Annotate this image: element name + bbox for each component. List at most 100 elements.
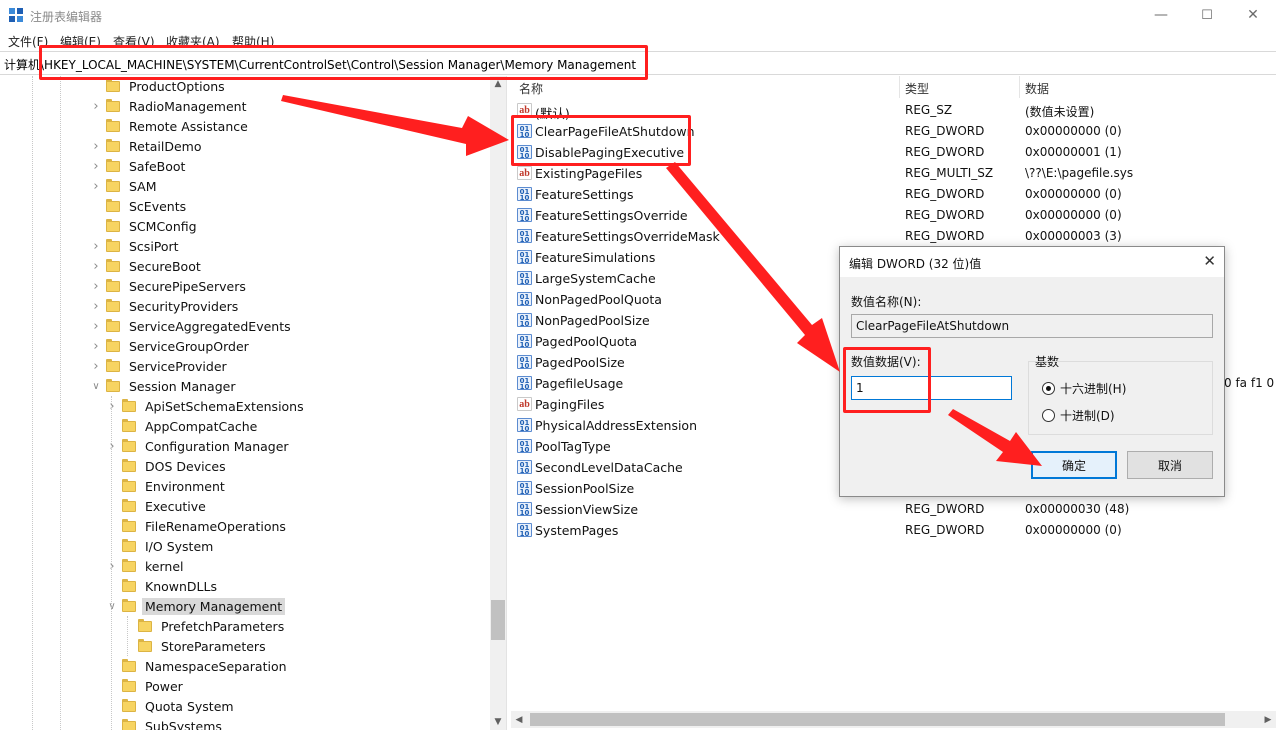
- tree-item-label[interactable]: ScsiPort: [126, 238, 182, 255]
- value-name-field[interactable]: ClearPageFileAtShutdown: [851, 314, 1213, 338]
- tree-item-label[interactable]: Power: [142, 678, 186, 695]
- collapse-chevron-icon[interactable]: ∨: [90, 380, 102, 392]
- value-row-featuresettings[interactable]: 01 10 FeatureSettings REG_DWORD 0x00000000 (…: [511, 184, 1276, 205]
- value-data-input[interactable]: 1: [851, 376, 1012, 400]
- address-bar[interactable]: 计算机\HKEY_LOCAL_MACHINE\SYSTEM\CurrentCon…: [0, 51, 1276, 75]
- expand-chevron-icon[interactable]: ›: [90, 259, 102, 274]
- radio-checked-icon[interactable]: [1042, 382, 1055, 395]
- tree-item-securityproviders[interactable]: › SecurityProviders: [90, 296, 241, 316]
- tree-item-subsystems[interactable]: SubSystems: [106, 716, 225, 730]
- tree-item-label[interactable]: Executive: [142, 498, 209, 515]
- ok-button[interactable]: 确定: [1031, 451, 1117, 479]
- tree-item-label[interactable]: StoreParameters: [158, 638, 269, 655]
- tree-item-label[interactable]: Configuration Manager: [142, 438, 292, 455]
- tree-item-securepipeservers[interactable]: › SecurePipeServers: [90, 276, 249, 296]
- tree-item-label[interactable]: ServiceAggregatedEvents: [126, 318, 294, 335]
- menu-view[interactable]: 查看(V): [113, 33, 155, 50]
- tree-scroll-thumb[interactable]: [491, 600, 505, 640]
- value-row-clearpagefileatshutdown[interactable]: 01 10 ClearPageFileAtShutdown REG_DWORD 0x00…: [511, 121, 1276, 142]
- tree-item-label[interactable]: ScEvents: [126, 198, 189, 215]
- expand-chevron-icon[interactable]: ›: [90, 159, 102, 174]
- tree-item-label[interactable]: Memory Management: [142, 597, 286, 615]
- value-row-default[interactable]: ab (默认) REG_SZ (数值未设置): [511, 100, 1276, 121]
- minimize-button[interactable]: —: [1138, 0, 1184, 30]
- tree-item-remote-assistance[interactable]: Remote Assistance: [90, 116, 251, 136]
- collapse-chevron-icon[interactable]: ∨: [106, 600, 118, 612]
- address-path[interactable]: 计算机\HKEY_LOCAL_MACHINE\SYSTEM\CurrentCon…: [4, 56, 636, 73]
- tree-item-filerenameoperations[interactable]: FileRenameOperations: [106, 516, 289, 536]
- values-scroll-thumb[interactable]: [530, 713, 1225, 726]
- expand-chevron-icon[interactable]: ›: [90, 279, 102, 294]
- expand-chevron-icon[interactable]: ›: [106, 399, 118, 414]
- scroll-up-icon[interactable]: ▲: [490, 76, 506, 92]
- tree-item-configuration-manager[interactable]: › Configuration Manager: [106, 436, 292, 456]
- tree-item-label[interactable]: Remote Assistance: [126, 118, 251, 135]
- tree-item-serviceprovider[interactable]: › ServiceProvider: [90, 356, 230, 376]
- tree-item-executive[interactable]: Executive: [106, 496, 209, 516]
- tree-item-dos-devices[interactable]: DOS Devices: [106, 456, 229, 476]
- expand-chevron-icon[interactable]: ›: [106, 439, 118, 454]
- value-row-systempages[interactable]: 01 10 SystemPages REG_DWORD 0x00000000 (0): [511, 520, 1276, 541]
- tree-item-label[interactable]: RetailDemo: [126, 138, 204, 155]
- tree-item-apisetschemaextensions[interactable]: › ApiSetSchemaExtensions: [106, 396, 307, 416]
- expand-chevron-icon[interactable]: ›: [90, 239, 102, 254]
- scroll-left-icon[interactable]: ◀: [511, 711, 527, 728]
- expand-chevron-icon[interactable]: ›: [90, 359, 102, 374]
- tree-item-kernel[interactable]: › kernel: [106, 556, 187, 576]
- tree-item-label[interactable]: ProductOptions: [126, 78, 228, 95]
- tree-item-scevents[interactable]: ScEvents: [90, 196, 189, 216]
- tree-item-serviceaggregatedevents[interactable]: › ServiceAggregatedEvents: [90, 316, 294, 336]
- value-row-disablepagingexecutive[interactable]: 01 10 DisablePagingExecutive REG_DWORD 0x000…: [511, 142, 1276, 163]
- tree-item-scmconfig[interactable]: SCMConfig: [90, 216, 200, 236]
- scroll-right-icon[interactable]: ▶: [1260, 711, 1276, 728]
- tree-item-radiomanagement[interactable]: › RadioManagement: [90, 96, 249, 116]
- expand-chevron-icon[interactable]: ›: [90, 299, 102, 314]
- radio-dec-label[interactable]: 十进制(D): [1060, 407, 1115, 424]
- column-divider[interactable]: [899, 76, 900, 98]
- column-header-type[interactable]: 类型: [905, 80, 929, 97]
- menu-favorites[interactable]: 收藏夹(A): [166, 33, 220, 50]
- scroll-down-icon[interactable]: ▼: [490, 714, 506, 730]
- tree-item-label[interactable]: kernel: [142, 558, 187, 575]
- expand-chevron-icon[interactable]: ›: [90, 319, 102, 334]
- tree-item-session-manager[interactable]: ∨ Session Manager: [90, 376, 238, 396]
- tree-item-label[interactable]: SafeBoot: [126, 158, 188, 175]
- value-row-existingpagefiles[interactable]: ab ExistingPageFiles REG_MULTI_SZ \??\E:\pa…: [511, 163, 1276, 184]
- tree-item-label[interactable]: Environment: [142, 478, 228, 495]
- tree-item-label[interactable]: NamespaceSeparation: [142, 658, 290, 675]
- radio-hexadecimal[interactable]: 十六进制(H): [1042, 380, 1126, 397]
- tree-item-label[interactable]: PrefetchParameters: [158, 618, 287, 635]
- tree-item-label[interactable]: I/O System: [142, 538, 216, 555]
- tree-item-secureboot[interactable]: › SecureBoot: [90, 256, 204, 276]
- tree-item-label[interactable]: ApiSetSchemaExtensions: [142, 398, 307, 415]
- tree-item-servicegrouporder[interactable]: › ServiceGroupOrder: [90, 336, 252, 356]
- radio-decimal[interactable]: 十进制(D): [1042, 407, 1115, 424]
- tree-item-appcompatcache[interactable]: AppCompatCache: [106, 416, 260, 436]
- maximize-button[interactable]: ☐: [1184, 0, 1230, 30]
- expand-chevron-icon[interactable]: ›: [90, 339, 102, 354]
- tree-item-label[interactable]: RadioManagement: [126, 98, 249, 115]
- tree-item-label[interactable]: SecureBoot: [126, 258, 204, 275]
- tree-vertical-scrollbar[interactable]: ▲ ▼: [490, 76, 506, 730]
- menu-file[interactable]: 文件(F): [8, 33, 48, 50]
- tree-item-environment[interactable]: Environment: [106, 476, 228, 496]
- tree-item-label[interactable]: ServiceProvider: [126, 358, 230, 375]
- tree-item-productoptions[interactable]: ProductOptions: [90, 76, 228, 96]
- tree-item-memory-management[interactable]: ∨ Memory Management: [106, 596, 286, 616]
- tree-item-storeparameters[interactable]: StoreParameters: [122, 636, 269, 656]
- close-button[interactable]: ✕: [1230, 0, 1276, 30]
- value-row-sessionviewsize[interactable]: 01 10 SessionViewSize REG_DWORD 0x00000030 (…: [511, 499, 1276, 520]
- radio-unchecked-icon[interactable]: [1042, 409, 1055, 422]
- tree-item-knowndlls[interactable]: KnownDLLs: [106, 576, 220, 596]
- dialog-close-icon[interactable]: ✕: [1203, 252, 1216, 270]
- tree-item-label[interactable]: SAM: [126, 178, 160, 195]
- column-header-name[interactable]: 名称: [519, 80, 543, 97]
- tree-item-retaildemo[interactable]: › RetailDemo: [90, 136, 204, 156]
- value-row-featuresettingsoverride[interactable]: 01 10 FeatureSettingsOverride REG_DWORD 0x00…: [511, 205, 1276, 226]
- column-header-data[interactable]: 数据: [1025, 80, 1049, 97]
- cancel-button[interactable]: 取消: [1127, 451, 1213, 479]
- tree-item-power[interactable]: Power: [106, 676, 186, 696]
- column-divider[interactable]: [1019, 76, 1020, 98]
- expand-chevron-icon[interactable]: ›: [90, 179, 102, 194]
- tree-item-scsiport[interactable]: › ScsiPort: [90, 236, 182, 256]
